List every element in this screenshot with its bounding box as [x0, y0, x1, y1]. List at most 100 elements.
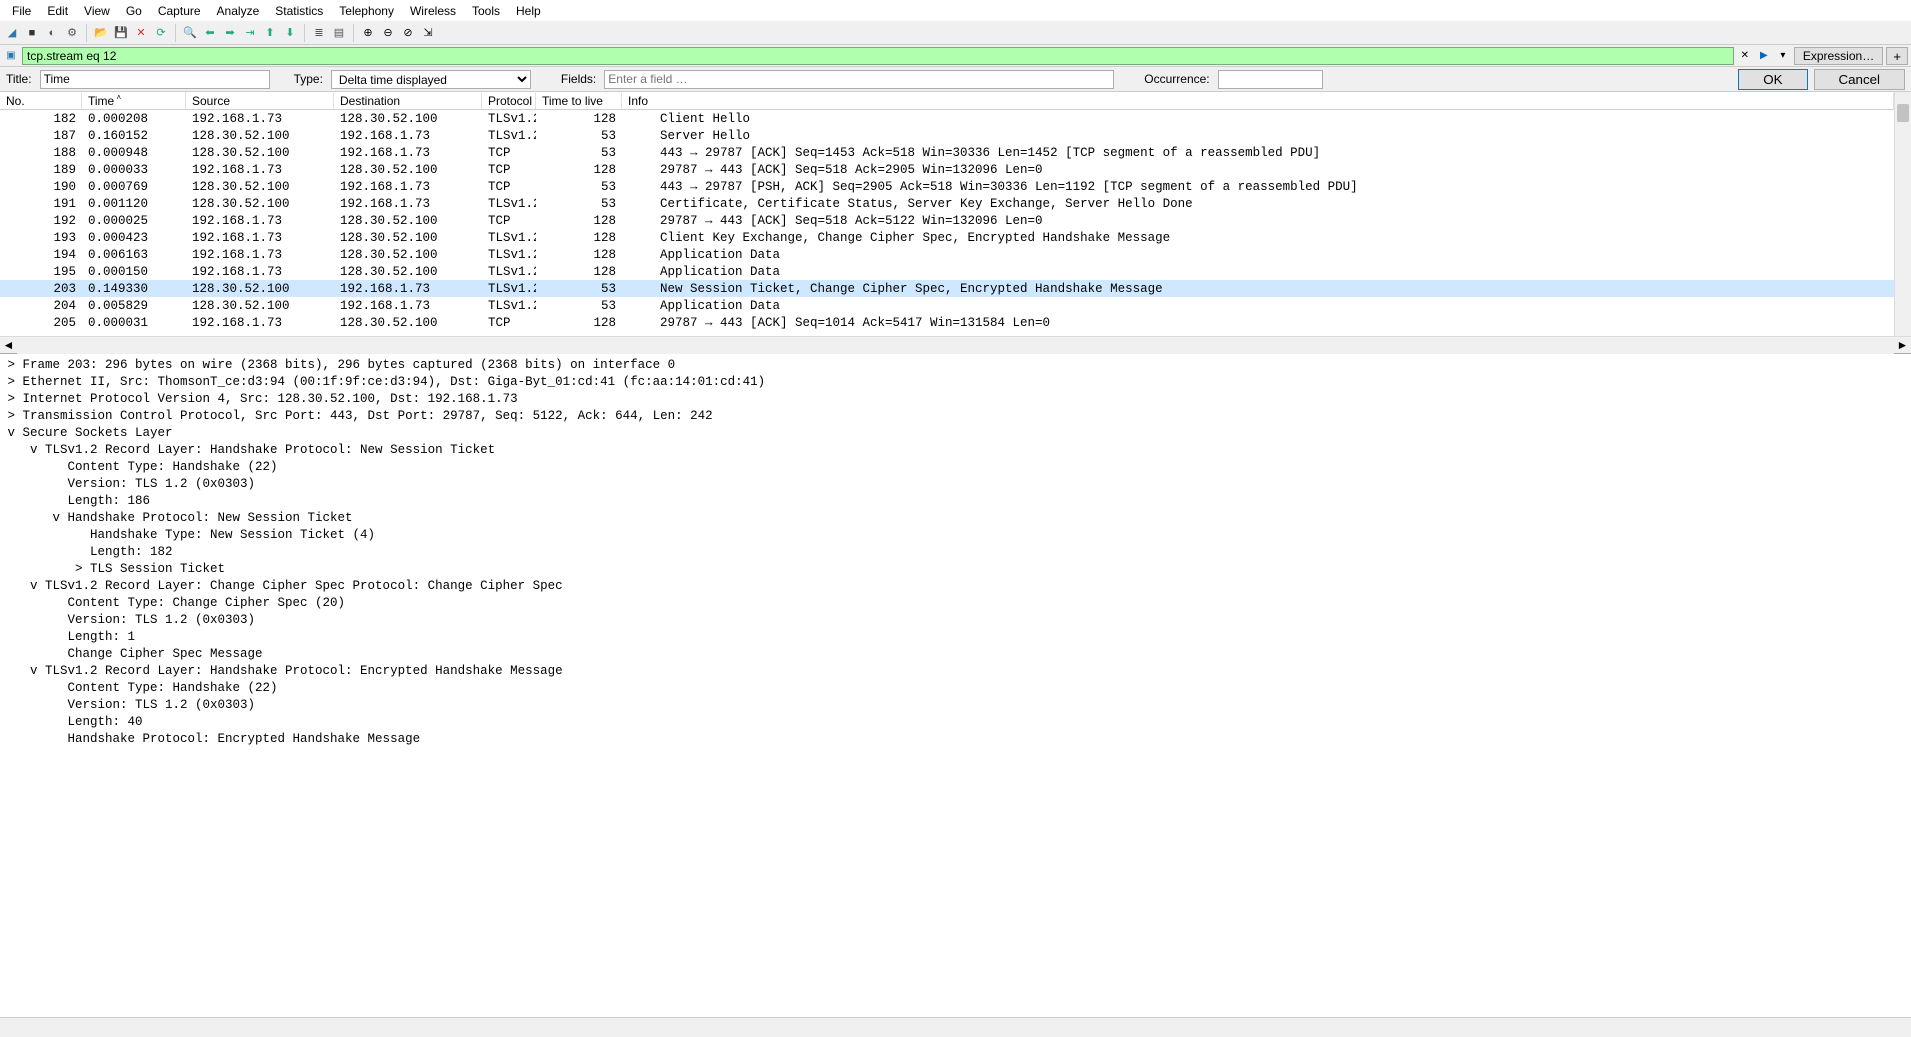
ok-button[interactable]: OK — [1738, 69, 1807, 90]
go-back-icon[interactable]: ⬅ — [201, 24, 219, 42]
detail-tree-line[interactable]: Version: TLS 1.2 (0x0303) — [0, 696, 1911, 713]
filter-expression-button[interactable]: Expression… — [1794, 47, 1883, 65]
shark-fin-icon[interactable]: ◢ — [3, 24, 21, 42]
detail-tree-line[interactable]: > Internet Protocol Version 4, Src: 128.… — [0, 390, 1911, 407]
detail-tree-line[interactable]: Content Type: Handshake (22) — [0, 458, 1911, 475]
table-row[interactable]: 1900.000769128.30.52.100192.168.1.73TCP5… — [0, 178, 1894, 195]
col-header-ttl[interactable]: Time to live — [536, 93, 622, 109]
title-label: Title: — [6, 72, 32, 86]
table-row[interactable]: 1820.000208192.168.1.73128.30.52.100TLSv… — [0, 110, 1894, 127]
col-header-source[interactable]: Source — [186, 93, 334, 109]
resize-columns-icon[interactable]: ⇲ — [419, 24, 437, 42]
detail-tree-line[interactable]: Content Type: Handshake (22) — [0, 679, 1911, 696]
detail-tree-line[interactable]: Length: 40 — [0, 713, 1911, 730]
display-filter-bar: ▣ ✕ ▶ ▾ Expression… + — [0, 45, 1911, 66]
menu-edit[interactable]: Edit — [39, 2, 76, 20]
menu-analyze[interactable]: Analyze — [209, 2, 268, 20]
detail-tree-line[interactable]: v Secure Sockets Layer — [0, 424, 1911, 441]
table-row[interactable]: 1930.000423192.168.1.73128.30.52.100TLSv… — [0, 229, 1894, 246]
detail-tree-line[interactable]: Handshake Type: New Session Ticket (4) — [0, 526, 1911, 543]
col-header-info[interactable]: Info — [622, 93, 1894, 109]
main-toolbar: ◢■◐⚙ 📂💾✕⟳ 🔍⬅➡⇥⬆⬇ ≣▤ ⊕⊖⊘⇲ — [0, 21, 1911, 45]
zoom-out-icon[interactable]: ⊖ — [379, 24, 397, 42]
detail-tree-line[interactable]: v TLSv1.2 Record Layer: Handshake Protoc… — [0, 662, 1911, 679]
clear-filter-icon[interactable]: ✕ — [1737, 48, 1753, 64]
detail-tree-line[interactable]: Change Cipher Spec Message — [0, 645, 1911, 662]
auto-scroll-icon[interactable]: ≣ — [310, 24, 328, 42]
restart-capture-icon[interactable]: ◐ — [43, 24, 61, 42]
menu-go[interactable]: Go — [118, 2, 150, 20]
col-header-time[interactable]: Time ˄ — [82, 92, 186, 109]
type-label: Type: — [294, 72, 323, 86]
bookmark-filter-icon[interactable]: ▣ — [3, 48, 19, 64]
go-to-packet-icon[interactable]: ⇥ — [241, 24, 259, 42]
zoom-reset-icon[interactable]: ⊘ — [399, 24, 417, 42]
menu-wireless[interactable]: Wireless — [402, 2, 464, 20]
col-header-no[interactable]: No. — [0, 93, 82, 109]
packet-details-pane[interactable]: > Frame 203: 296 bytes on wire (2368 bit… — [0, 353, 1911, 1017]
menu-bar: FileEditViewGoCaptureAnalyzeStatisticsTe… — [0, 0, 1911, 21]
table-row[interactable]: 1880.000948128.30.52.100192.168.1.73TCP5… — [0, 144, 1894, 161]
menu-telephony[interactable]: Telephony — [331, 2, 402, 20]
table-row[interactable]: 1920.000025192.168.1.73128.30.52.100TCP1… — [0, 212, 1894, 229]
open-file-icon[interactable]: 📂 — [92, 24, 110, 42]
detail-tree-line[interactable]: v Handshake Protocol: New Session Ticket — [0, 509, 1911, 526]
detail-tree-line[interactable]: > Ethernet II, Src: ThomsonT_ce:d3:94 (0… — [0, 373, 1911, 390]
packet-list-hscrollbar[interactable]: ◄ ► — [0, 336, 1911, 353]
table-row[interactable]: 1950.000150192.168.1.73128.30.52.100TLSv… — [0, 263, 1894, 280]
occurrence-input[interactable] — [1218, 70, 1323, 89]
detail-tree-line[interactable]: v TLSv1.2 Record Layer: Handshake Protoc… — [0, 441, 1911, 458]
menu-statistics[interactable]: Statistics — [267, 2, 331, 20]
type-select[interactable]: Delta time displayed — [331, 70, 531, 89]
zoom-in-icon[interactable]: ⊕ — [359, 24, 377, 42]
col-header-protocol[interactable]: Protocol — [482, 93, 536, 109]
cancel-button[interactable]: Cancel — [1814, 69, 1906, 90]
detail-tree-line[interactable]: > Transmission Control Protocol, Src Por… — [0, 407, 1911, 424]
detail-tree-line[interactable]: Content Type: Change Cipher Spec (20) — [0, 594, 1911, 611]
title-input[interactable] — [40, 70, 270, 89]
detail-tree-line[interactable]: Version: TLS 1.2 (0x0303) — [0, 475, 1911, 492]
detail-tree-line[interactable]: Handshake Protocol: Encrypted Handshake … — [0, 730, 1911, 747]
scroll-right-icon[interactable]: ► — [1894, 337, 1911, 354]
scroll-left-icon[interactable]: ◄ — [0, 337, 17, 354]
occurrence-label: Occurrence: — [1144, 72, 1209, 86]
fields-input[interactable] — [604, 70, 1114, 89]
detail-tree-line[interactable]: v TLSv1.2 Record Layer: Change Cipher Sp… — [0, 577, 1911, 594]
go-forward-icon[interactable]: ➡ — [221, 24, 239, 42]
table-row[interactable]: 1870.160152128.30.52.100192.168.1.73TLSv… — [0, 127, 1894, 144]
detail-tree-line[interactable]: Length: 1 — [0, 628, 1911, 645]
table-row[interactable]: 1910.001120128.30.52.100192.168.1.73TLSv… — [0, 195, 1894, 212]
menu-tools[interactable]: Tools — [464, 2, 508, 20]
packet-list-vscrollbar[interactable] — [1894, 92, 1911, 336]
table-row[interactable]: 1940.006163192.168.1.73128.30.52.100TLSv… — [0, 246, 1894, 263]
find-icon[interactable]: 🔍 — [181, 24, 199, 42]
stop-capture-icon[interactable]: ■ — [23, 24, 41, 42]
go-first-icon[interactable]: ⬆ — [261, 24, 279, 42]
reload-icon[interactable]: ⟳ — [152, 24, 170, 42]
close-file-icon[interactable]: ✕ — [132, 24, 150, 42]
col-header-destination[interactable]: Destination — [334, 93, 482, 109]
detail-tree-line[interactable]: Length: 182 — [0, 543, 1911, 560]
colorize-icon[interactable]: ▤ — [330, 24, 348, 42]
table-row[interactable]: 2050.000031192.168.1.73128.30.52.100TCP1… — [0, 314, 1894, 331]
go-last-icon[interactable]: ⬇ — [281, 24, 299, 42]
menu-capture[interactable]: Capture — [150, 2, 209, 20]
apply-filter-icon[interactable]: ▶ — [1756, 48, 1772, 64]
column-preferences-row: Title: Type: Delta time displayed Fields… — [0, 66, 1911, 92]
filter-dropdown-icon[interactable]: ▾ — [1775, 48, 1791, 64]
add-filter-button[interactable]: + — [1886, 47, 1908, 65]
table-row[interactable]: 1890.000033192.168.1.73128.30.52.100TCP1… — [0, 161, 1894, 178]
packet-list-body[interactable]: 1820.000208192.168.1.73128.30.52.100TLSv… — [0, 110, 1894, 331]
detail-tree-line[interactable]: > TLS Session Ticket — [0, 560, 1911, 577]
detail-tree-line[interactable]: > Frame 203: 296 bytes on wire (2368 bit… — [0, 356, 1911, 373]
save-file-icon[interactable]: 💾 — [112, 24, 130, 42]
capture-options-icon[interactable]: ⚙ — [63, 24, 81, 42]
menu-file[interactable]: File — [4, 2, 39, 20]
menu-view[interactable]: View — [76, 2, 118, 20]
table-row[interactable]: 2030.149330128.30.52.100192.168.1.73TLSv… — [0, 280, 1894, 297]
detail-tree-line[interactable]: Length: 186 — [0, 492, 1911, 509]
table-row[interactable]: 2040.005829128.30.52.100192.168.1.73TLSv… — [0, 297, 1894, 314]
detail-tree-line[interactable]: Version: TLS 1.2 (0x0303) — [0, 611, 1911, 628]
menu-help[interactable]: Help — [508, 2, 549, 20]
display-filter-input[interactable] — [22, 47, 1734, 65]
